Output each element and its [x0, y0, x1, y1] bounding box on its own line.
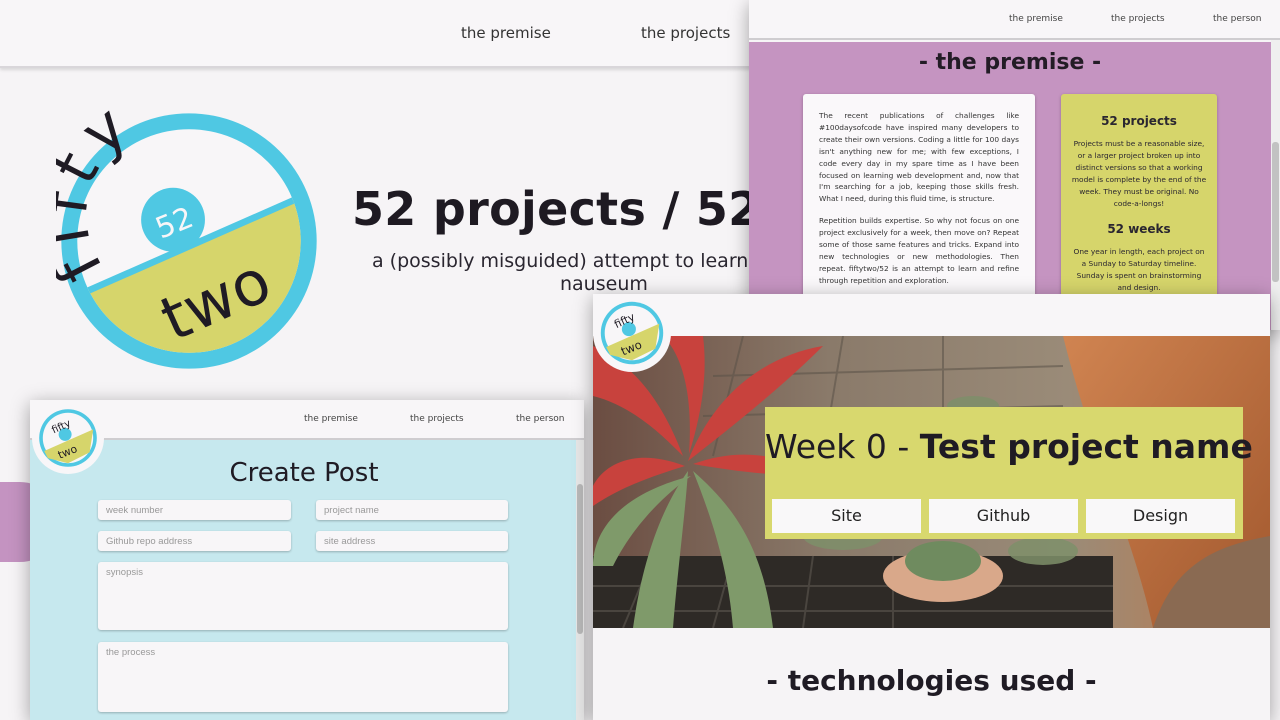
fiftytwo-logo[interactable]: fifty two — [593, 294, 671, 372]
create-post-title: Create Post — [229, 458, 379, 488]
premise-rules-card: 52 projects Projects must be a reasonabl… — [1061, 94, 1217, 319]
process-textarea[interactable] — [98, 642, 508, 712]
premise-section: - the premise - The recent publications … — [749, 42, 1271, 330]
create-post-screenshot: the premise the projects the person fift… — [30, 400, 584, 720]
project-header-panel: Week 0 - Test project name Site Github D… — [765, 407, 1253, 539]
intro-paragraph: Repetition builds expertise. So why not … — [819, 216, 1019, 285]
technologies-heading: - technologies used - — [766, 664, 1097, 697]
hero-subtitle: a (possibly misguided) attempt to learn … — [372, 250, 795, 272]
premise-intro-card: The recent publications of challenges li… — [803, 94, 1035, 319]
premise-navbar: the premise the projects the person — [749, 0, 1280, 40]
nav-link-projects[interactable]: the projects — [641, 24, 730, 42]
project-title: Week 0 - Test project name — [765, 427, 1253, 466]
rule-title: 52 projects — [1101, 114, 1177, 128]
intro-paragraph: The recent publications of challenges li… — [819, 111, 1019, 204]
synopsis-textarea[interactable] — [98, 562, 508, 630]
project-name-input[interactable] — [316, 500, 508, 520]
rule-text: One year in length, each project on a Su… — [1073, 247, 1205, 292]
rule-text: Projects must be a reasonable size, or a… — [1071, 139, 1207, 208]
nav-link-person[interactable]: the person — [1213, 14, 1261, 24]
rule-title: 52 weeks — [1107, 222, 1171, 236]
project-name: Test project name — [919, 427, 1253, 466]
scrollbar-thumb[interactable] — [577, 484, 583, 634]
project-screenshot: fifty two Week 0 - Test project name Sit… — [593, 294, 1270, 720]
scrollbar[interactable] — [1271, 40, 1280, 330]
nav-link-projects[interactable]: the projects — [1111, 14, 1165, 24]
site-button[interactable]: Site — [772, 499, 921, 533]
fiftytwo-logo: 52 fifty two — [56, 108, 317, 369]
premise-screenshot: the premise the projects the person - th… — [749, 0, 1280, 330]
nav-link-person[interactable]: the person — [516, 414, 564, 424]
design-button[interactable]: Design — [1086, 499, 1235, 533]
create-navbar: the premise the projects the person — [30, 400, 584, 440]
github-repo-input[interactable] — [98, 531, 291, 551]
nav-link-premise[interactable]: the premise — [461, 24, 551, 42]
premise-heading: - the premise - — [918, 50, 1102, 75]
nav-link-projects[interactable]: the projects — [410, 414, 464, 424]
nav-link-premise[interactable]: the premise — [1009, 14, 1063, 24]
hero-subtitle-continued: nauseum — [560, 273, 648, 295]
scrollbar-thumb[interactable] — [1272, 142, 1279, 282]
github-button[interactable]: Github — [929, 499, 1078, 533]
nav-link-premise[interactable]: the premise — [304, 414, 358, 424]
scrollbar[interactable] — [576, 440, 584, 720]
week-number-input[interactable] — [98, 500, 291, 520]
site-address-input[interactable] — [316, 531, 508, 551]
week-label: Week 0 - — [765, 427, 920, 466]
project-navbar — [593, 294, 1270, 336]
